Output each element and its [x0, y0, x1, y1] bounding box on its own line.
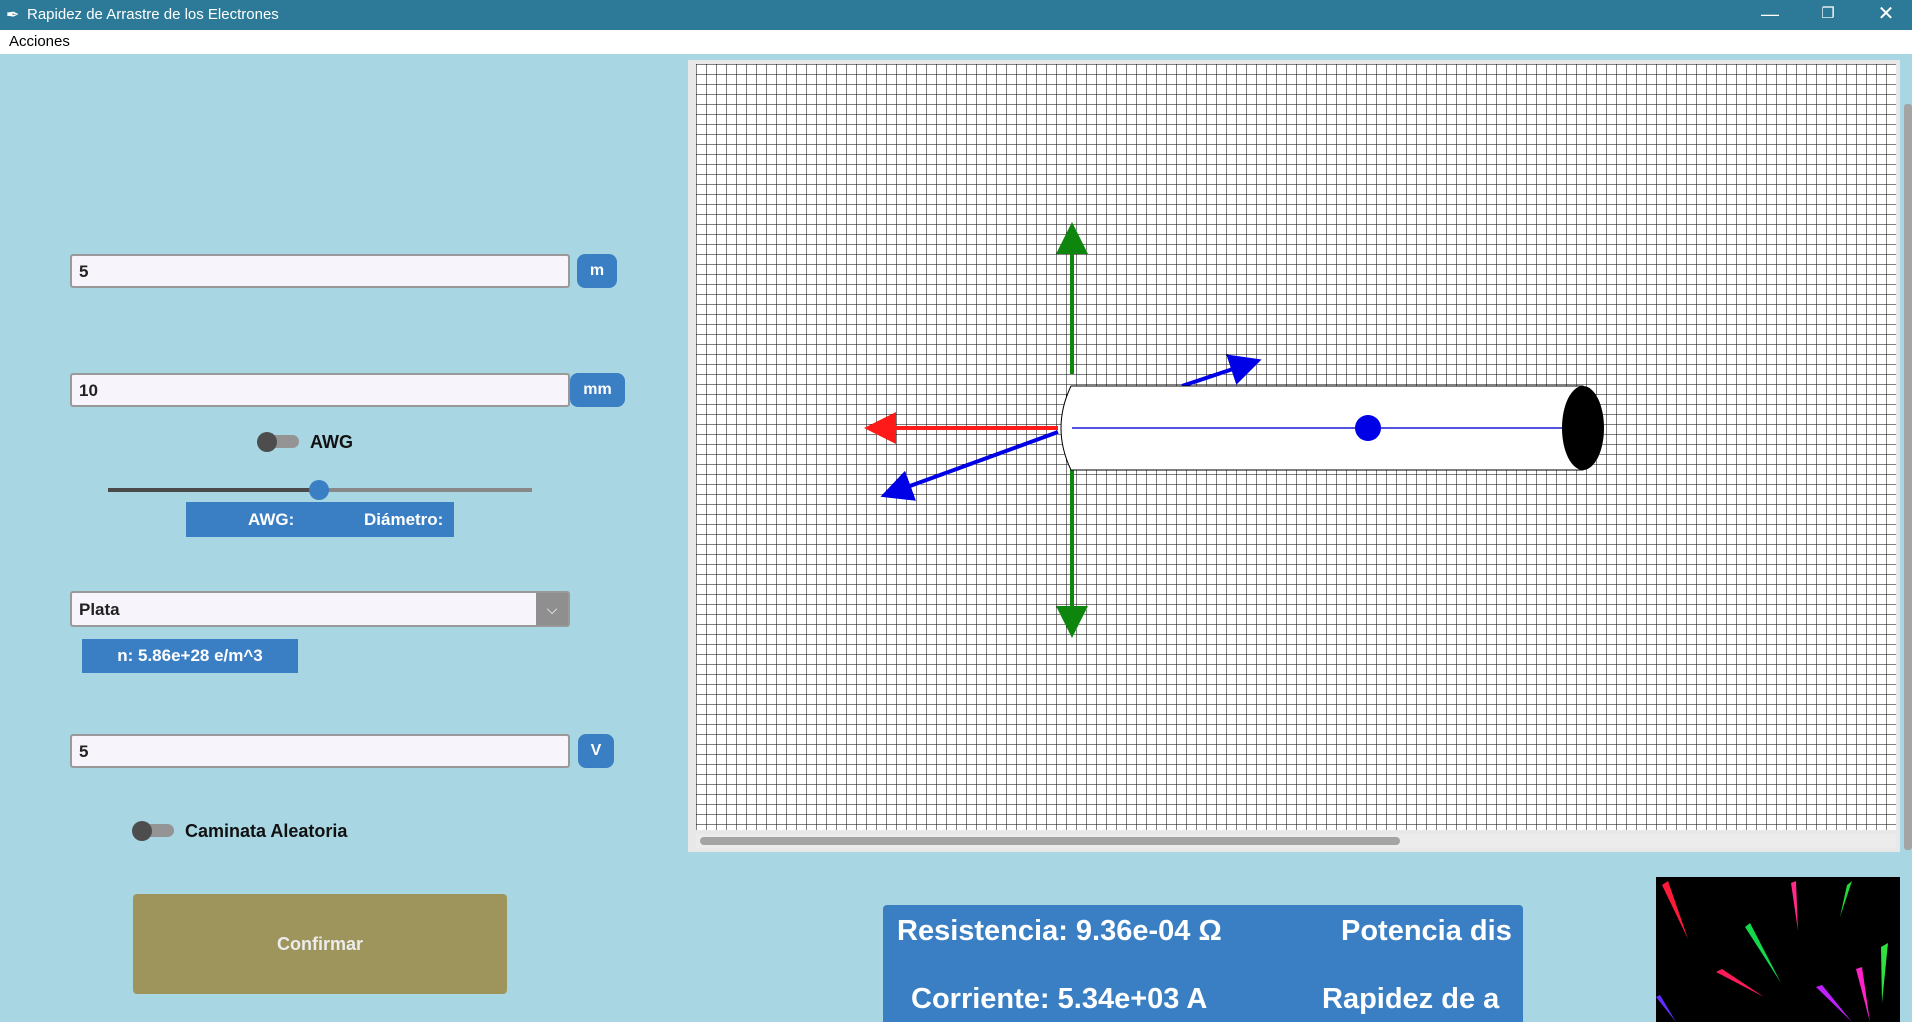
awg-slider[interactable] — [108, 477, 532, 501]
random-walk-preview — [1656, 877, 1900, 1022]
density-label: n: 5.86e+28 e/m^3 — [82, 639, 298, 673]
awg-toggle-label: AWG — [310, 432, 353, 452]
resistance-result: Resistencia: 9.36e-04 Ω — [897, 915, 1222, 947]
length-unit-button[interactable]: m — [577, 254, 617, 288]
feather-icon: ✒ — [6, 7, 20, 24]
window-title: Rapidez de Arrastre de los Electrones — [27, 6, 279, 23]
material-select[interactable]: Plata ⌵ — [70, 591, 570, 627]
minimize-button[interactable]: — — [1742, 0, 1798, 30]
chevron-down-icon[interactable]: ⌵ — [536, 593, 568, 625]
menu-acciones[interactable]: Acciones — [9, 33, 70, 50]
diameter-unit-button[interactable]: mm — [570, 373, 625, 407]
power-result: Potencia dis — [1341, 915, 1512, 947]
simulation-canvas[interactable] — [696, 64, 1896, 830]
drift-speed-result: Rapidez de a — [1322, 983, 1500, 1015]
simulation-panel — [688, 60, 1900, 852]
material-selected: Plata — [79, 600, 120, 619]
diameter-input[interactable]: 10 — [70, 373, 570, 407]
diameter-value-label: Diámetro: — [364, 510, 444, 529]
title-bar: ✒ Rapidez de Arrastre de los Electrones … — [0, 0, 1912, 30]
wire-end-cap — [1562, 386, 1604, 470]
awg-toggle[interactable] — [257, 432, 299, 452]
horizontal-scrollbar[interactable] — [696, 834, 1896, 848]
awg-slider-thumb[interactable] — [309, 480, 329, 500]
confirm-button[interactable]: Confirmar — [133, 894, 507, 994]
awg-value-label: AWG: — [248, 510, 295, 529]
close-button[interactable]: ✕ — [1858, 0, 1912, 30]
vertical-scrollbar[interactable] — [1904, 104, 1912, 850]
length-input[interactable]: 5 — [70, 254, 570, 288]
menu-bar: Acciones — [0, 30, 1912, 54]
electron-dot — [1355, 415, 1381, 441]
random-walk-streaks — [1656, 881, 1888, 1022]
random-walk-label: Caminata Aleatoria — [185, 821, 348, 841]
random-walk-toggle[interactable] — [132, 821, 174, 841]
wire-scene — [696, 64, 1896, 830]
results-panel: Resistencia: 9.36e-04 Ω Potencia dis Cor… — [883, 905, 1523, 1022]
voltage-unit-button[interactable]: V — [578, 734, 614, 768]
current-result: Corriente: 5.34e+03 A — [911, 983, 1208, 1015]
awg-info-bar: AWG: Diámetro: — [186, 502, 454, 537]
horizontal-scrollbar-thumb[interactable] — [700, 837, 1400, 845]
restore-button[interactable]: ❐ — [1800, 0, 1856, 30]
voltage-input[interactable]: 5 — [70, 734, 570, 768]
